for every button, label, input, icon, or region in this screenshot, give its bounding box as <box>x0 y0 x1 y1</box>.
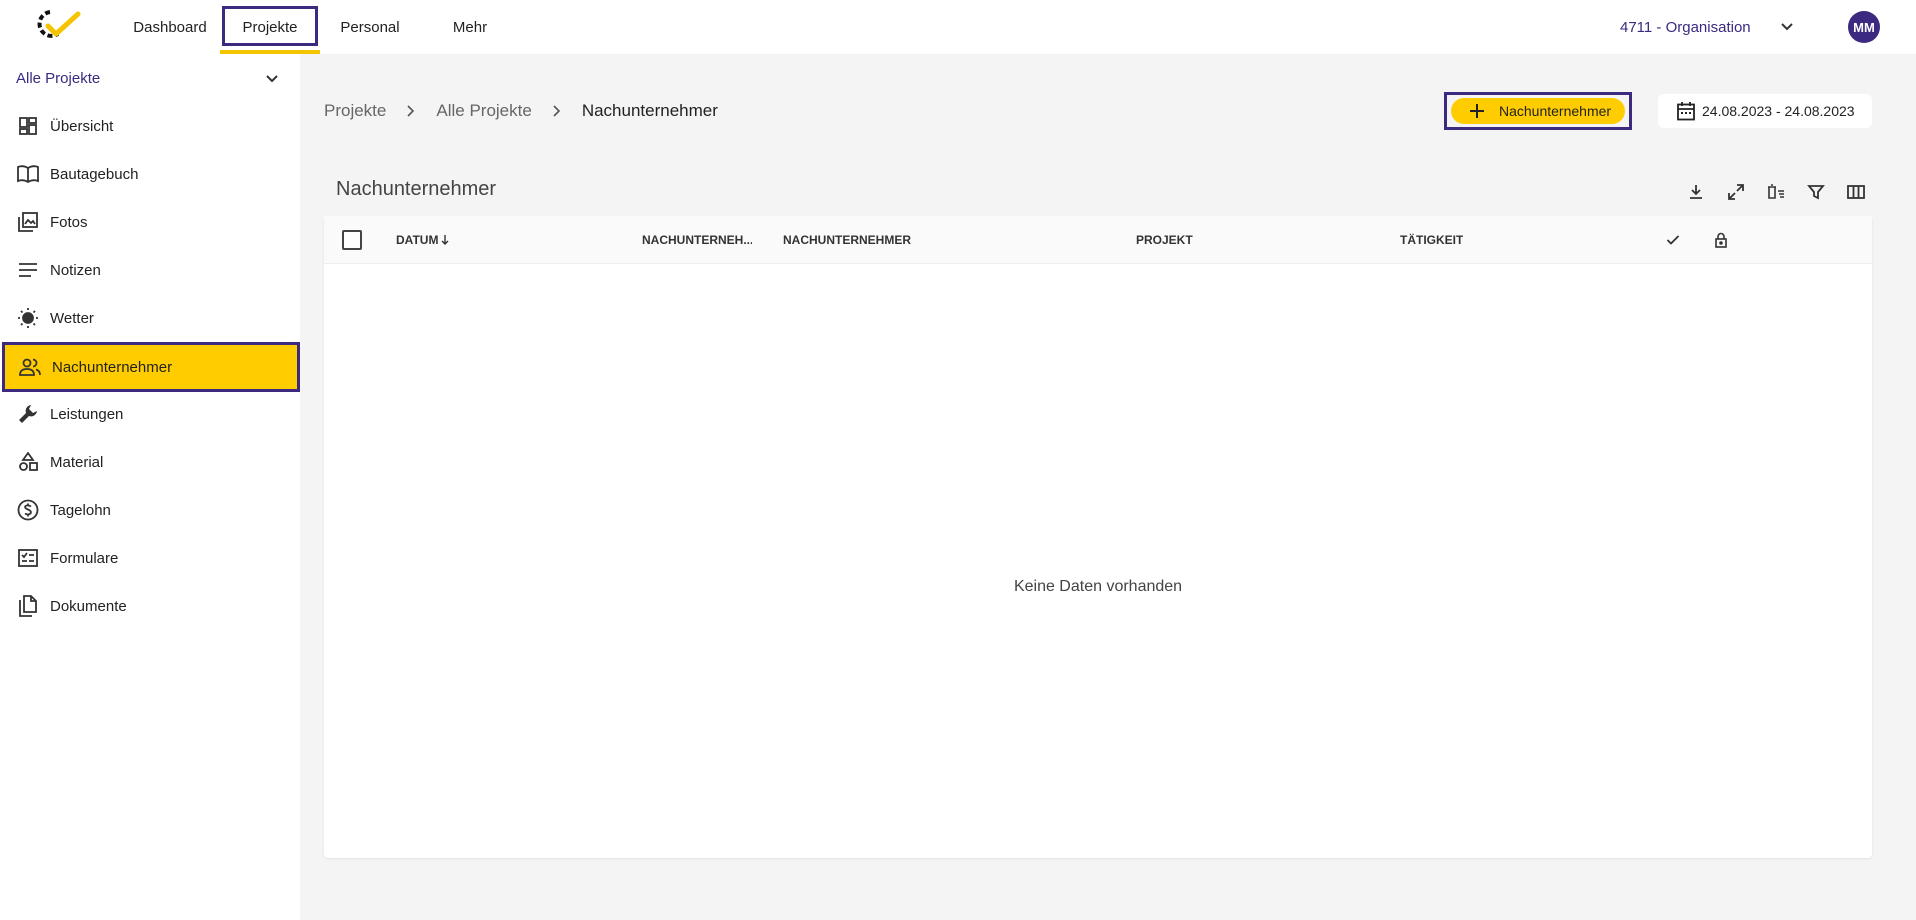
nav-personal-label: Personal <box>340 18 400 36</box>
sidebar-item-label: Übersicht <box>50 117 114 135</box>
expand-icon[interactable] <box>1724 180 1748 204</box>
column-header-label: DATUM <box>396 233 439 247</box>
sun-icon <box>16 306 40 330</box>
checkmark-icon[interactable] <box>1666 216 1680 264</box>
organisation-label: 4711 - Organisation <box>1620 18 1751 36</box>
photos-icon <box>16 210 40 234</box>
column-header-label: NACHUNTERNEHMER <box>783 233 911 247</box>
project-select[interactable]: Alle Projekte <box>0 54 300 102</box>
table-header: DATUM NACHUNTERNEH... NACHUNTERNEHMER PR… <box>324 216 1872 264</box>
nav-projekte[interactable]: Projekte <box>220 0 320 54</box>
sidebar-item-label: Nachunternehmer <box>52 358 173 376</box>
add-button-label: Nachunternehmer <box>1499 103 1612 119</box>
breadcrumb-current: Nachunternehmer <box>581 101 718 120</box>
date-range-picker[interactable]: 24.08.2023 - 24.08.2023 <box>1658 94 1872 128</box>
dollar-icon <box>16 498 40 522</box>
sidebar-item-notizen[interactable]: Notizen <box>0 246 300 294</box>
columns-icon[interactable] <box>1844 180 1868 204</box>
empty-state-text: Keine Daten vorhanden <box>1013 578 1183 595</box>
sidebar-item-label: Leistungen <box>50 405 124 423</box>
column-header-nachunternehmer-short[interactable]: NACHUNTERNEH... <box>642 216 752 264</box>
sidebar-item-label: Wetter <box>50 309 94 327</box>
sidebar-item-label: Dokumente <box>50 597 127 615</box>
column-header-label: NACHUNTERNEH... <box>642 233 752 247</box>
chevron-right-icon <box>386 104 436 118</box>
sort-arrow-down-icon <box>440 234 450 246</box>
nav-mehr-label: Mehr <box>452 18 488 36</box>
plus-icon <box>1467 101 1487 121</box>
nav-personal[interactable]: Personal <box>330 0 410 54</box>
sidebar-item-tagelohn[interactable]: Tagelohn <box>0 486 300 534</box>
top-bar: Dashboard Projekte Personal Mehr 4711 - … <box>0 0 1916 54</box>
column-header-datum[interactable]: DATUM <box>396 216 450 264</box>
nav-projekte-highlight <box>222 6 318 46</box>
data-table: DATUM NACHUNTERNEH... NACHUNTERNEHMER PR… <box>324 216 1872 858</box>
wrench-icon <box>16 402 40 426</box>
download-icon[interactable] <box>1684 180 1708 204</box>
breadcrumb-projekte[interactable]: Projekte <box>324 101 386 121</box>
nav-dashboard-label: Dashboard <box>133 18 207 36</box>
organisation-selector[interactable]: 4711 - Organisation <box>1620 0 1751 54</box>
sidebar-item-uebersicht[interactable]: Übersicht <box>0 102 300 150</box>
sidebar-item-nachunternehmer[interactable]: Nachunternehmer <box>2 342 300 392</box>
form-icon <box>16 546 40 570</box>
shapes-icon <box>16 450 40 474</box>
sidebar-item-label: Material <box>50 453 104 471</box>
column-header-label: TÄTIGKEIT <box>1400 233 1464 247</box>
sidebar: Alle Projekte Übersicht Bautagebuch Foto… <box>0 54 300 920</box>
clear-filter-icon[interactable] <box>1764 180 1788 204</box>
calendar-icon <box>1676 101 1696 121</box>
sidebar-item-wetter[interactable]: Wetter <box>0 294 300 342</box>
documents-icon <box>16 594 40 618</box>
sidebar-item-material[interactable]: Material <box>0 438 300 486</box>
avatar-initials: MM <box>1853 19 1875 35</box>
column-header-nachunternehmer[interactable]: NACHUNTERNEHMER <box>783 216 911 264</box>
project-select-label: Alle Projekte <box>16 69 101 87</box>
sidebar-item-leistungen[interactable]: Leistungen <box>0 390 300 438</box>
date-range-label: 24.08.2023 - 24.08.2023 <box>1702 103 1855 119</box>
chevron-right-icon <box>532 104 582 118</box>
sidebar-item-label: Formulare <box>50 549 119 567</box>
people-icon <box>18 355 42 379</box>
breadcrumb-alle-projekte[interactable]: Alle Projekte <box>436 101 531 121</box>
avatar[interactable]: MM <box>1848 11 1880 43</box>
app-logo-icon[interactable] <box>36 4 82 44</box>
select-all-checkbox[interactable] <box>342 230 362 250</box>
column-header-label: PROJEKT <box>1136 233 1193 247</box>
notes-icon <box>16 258 40 282</box>
lock-icon[interactable] <box>1714 216 1728 264</box>
filter-icon[interactable] <box>1804 180 1828 204</box>
add-button-highlight: Nachunternehmer <box>1444 92 1632 130</box>
sidebar-item-fotos[interactable]: Fotos <box>0 198 300 246</box>
sidebar-item-bautagebuch[interactable]: Bautagebuch <box>0 150 300 198</box>
add-nachunternehmer-button[interactable]: Nachunternehmer <box>1451 98 1625 124</box>
column-header-taetigkeit[interactable]: TÄTIGKEIT <box>1400 216 1463 264</box>
dashboard-icon <box>16 114 40 138</box>
sidebar-item-label: Fotos <box>50 213 88 231</box>
sidebar-item-label: Bautagebuch <box>50 165 139 183</box>
column-header-projekt[interactable]: PROJEKT <box>1136 216 1193 264</box>
sidebar-item-label: Notizen <box>50 261 101 279</box>
panel-title: Nachunternehmer <box>336 178 497 200</box>
chevron-down-icon[interactable] <box>1778 18 1796 36</box>
nav-dashboard[interactable]: Dashboard <box>122 0 218 54</box>
breadcrumb: Projekte Alle Projekte Nachunternehmer <box>324 96 718 126</box>
sidebar-item-formulare[interactable]: Formulare <box>0 534 300 582</box>
sidebar-item-dokumente[interactable]: Dokumente <box>0 582 300 630</box>
sidebar-item-label: Tagelohn <box>50 501 111 519</box>
book-icon <box>16 162 40 186</box>
nav-mehr[interactable]: Mehr <box>436 0 504 54</box>
chevron-down-icon[interactable] <box>262 69 282 89</box>
